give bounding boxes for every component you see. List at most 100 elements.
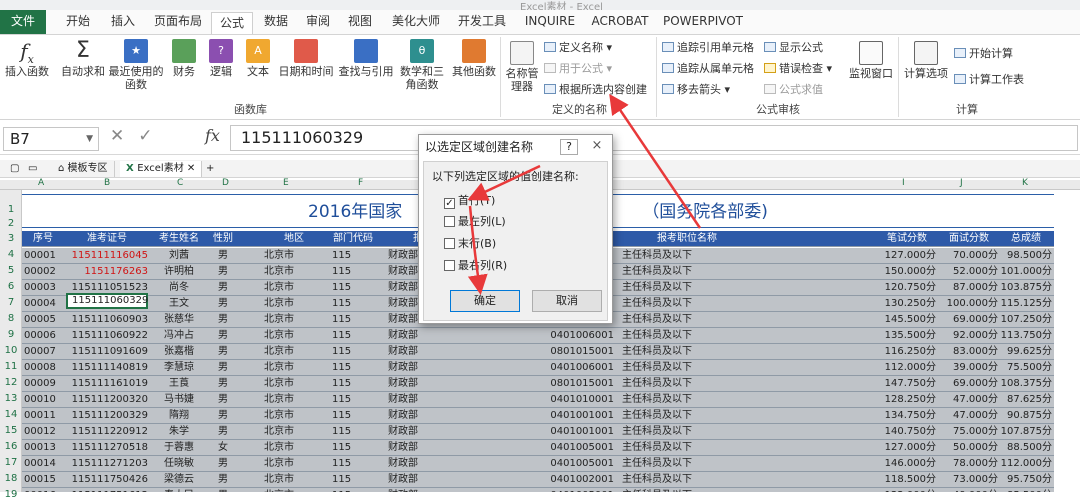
tab-file[interactable]: 文件: [0, 10, 46, 34]
table-cell[interactable]: 男: [210, 376, 236, 392]
table-cell[interactable]: 00015: [24, 472, 62, 488]
table-cell[interactable]: 主任科员及以下: [622, 392, 752, 408]
more-functions-button[interactable]: 其他函数: [450, 39, 498, 78]
table-cell[interactable]: 112.000分: [1000, 456, 1052, 472]
table-cell[interactable]: 男: [210, 280, 236, 296]
insert-function-icon[interactable]: fx: [205, 126, 220, 145]
table-cell[interactable]: 财政部: [388, 344, 458, 360]
table-cell[interactable]: 财政部: [388, 424, 458, 440]
table-cell[interactable]: 115111200320: [66, 392, 148, 408]
insert-function-button[interactable]: fx 插入函数: [2, 39, 52, 78]
table-cell[interactable]: 任晓敏: [152, 456, 206, 472]
evaluate-formula-button[interactable]: 公式求值: [764, 81, 823, 97]
table-cell[interactable]: 95.750分: [1000, 472, 1052, 488]
create-from-selection-button[interactable]: 根据所选内容创建: [544, 81, 647, 97]
table-cell[interactable]: 北京市: [264, 440, 324, 456]
table-cell[interactable]: 朱学: [152, 424, 206, 440]
table-cell[interactable]: 男: [210, 296, 236, 312]
table-cell[interactable]: 北京市: [264, 264, 324, 280]
table-cell[interactable]: 秦大民: [152, 488, 206, 492]
define-name-button[interactable]: 定义名称 ▾: [544, 39, 612, 55]
table-cell[interactable]: 69.000分: [940, 376, 998, 392]
table-cell[interactable]: 北京市: [264, 424, 324, 440]
table-cell[interactable]: 52.000分: [940, 264, 998, 280]
row-header[interactable]: 9: [0, 329, 22, 340]
table-cell[interactable]: 115: [332, 392, 374, 408]
table-cell[interactable]: 刘茜: [152, 248, 206, 264]
table-cell[interactable]: 主任科员及以下: [622, 312, 752, 328]
table-cell[interactable]: 107.875分: [1000, 424, 1052, 440]
table-cell[interactable]: 115111140819: [66, 360, 148, 376]
remove-arrows-button[interactable]: 移去箭头 ▾: [662, 81, 730, 97]
table-cell[interactable]: 王文: [152, 296, 206, 312]
watch-window-button[interactable]: 监视窗口: [846, 41, 896, 80]
selected-cell-b7[interactable]: 115111060329: [66, 293, 148, 309]
table-cell[interactable]: 00007: [24, 344, 62, 360]
table-cell[interactable]: 主任科员及以下: [622, 488, 752, 492]
table-cell[interactable]: 0801015001: [542, 376, 614, 392]
table-cell[interactable]: 北京市: [264, 296, 324, 312]
table-cell[interactable]: 0401005001: [542, 440, 614, 456]
table-cell[interactable]: 主任科员及以下: [622, 328, 752, 344]
table-cell[interactable]: 主任科员及以下: [622, 344, 752, 360]
table-cell[interactable]: 78.000分: [940, 456, 998, 472]
name-box[interactable]: B7 ▼: [3, 127, 99, 151]
table-cell[interactable]: 75.500分: [1000, 360, 1052, 376]
row-header[interactable]: 5: [0, 265, 22, 276]
table-cell[interactable]: 财政部: [388, 456, 458, 472]
table-cell[interactable]: 00002: [24, 264, 62, 280]
table-cell[interactable]: 00014: [24, 456, 62, 472]
row-header[interactable]: 14: [0, 409, 22, 420]
table-cell[interactable]: 男: [210, 264, 236, 280]
table-cell[interactable]: 0801015001: [542, 344, 614, 360]
table-cell[interactable]: 100.000分: [940, 296, 998, 312]
table-cell[interactable]: 财政部: [388, 440, 458, 456]
option-left-column[interactable]: 最左列(L): [444, 213, 506, 229]
table-cell[interactable]: 113.750分: [1000, 328, 1052, 344]
table-cell[interactable]: 103.875分: [1000, 280, 1052, 296]
header-cell[interactable]: 地区: [264, 231, 324, 247]
table-cell[interactable]: 财政部: [388, 376, 458, 392]
table-cell[interactable]: 主任科员及以下: [622, 408, 752, 424]
table-cell[interactable]: 115111060922: [66, 328, 148, 344]
table-cell[interactable]: 0401001001: [542, 408, 614, 424]
row-header[interactable]: 12: [0, 377, 22, 388]
table-cell[interactable]: 115111091609: [66, 344, 148, 360]
ok-button[interactable]: 确定: [450, 290, 520, 312]
row-header[interactable]: 4: [0, 249, 22, 260]
table-cell[interactable]: 90.875分: [1000, 408, 1052, 424]
cancel-button[interactable]: 取消: [532, 290, 602, 312]
table-cell[interactable]: 主任科员及以下: [622, 296, 752, 312]
row-header[interactable]: 3: [0, 233, 22, 244]
column-header[interactable]: A: [38, 178, 44, 188]
table-cell[interactable]: 115: [332, 328, 374, 344]
add-tab-button[interactable]: +: [200, 161, 220, 177]
table-cell[interactable]: 99.625分: [1000, 344, 1052, 360]
table-cell[interactable]: 115111750426: [66, 472, 148, 488]
table-cell[interactable]: 00009: [24, 376, 62, 392]
option-right-column[interactable]: 最右列(R): [444, 257, 507, 273]
table-cell[interactable]: 130.250分: [878, 296, 936, 312]
table-cell[interactable]: 127.000分: [878, 248, 936, 264]
table-cell[interactable]: 男: [210, 360, 236, 376]
logical-button[interactable]: ? 逻辑: [205, 39, 237, 78]
table-cell[interactable]: 女: [210, 440, 236, 456]
tab-view[interactable]: 视图: [342, 10, 378, 34]
lookup-reference-button[interactable]: 查找与引用: [336, 39, 396, 78]
tab-developer[interactable]: 开发工具: [452, 10, 512, 34]
chevron-down-icon[interactable]: ▼: [86, 128, 93, 150]
table-cell[interactable]: 115: [332, 472, 374, 488]
table-cell[interactable]: 112.000分: [878, 360, 936, 376]
checkbox-checked-icon[interactable]: ✓: [444, 198, 455, 209]
table-cell[interactable]: 主任科员及以下: [622, 456, 752, 472]
table-cell[interactable]: 王莨: [152, 376, 206, 392]
tab-data[interactable]: 数据: [258, 10, 294, 34]
table-cell[interactable]: 115111220912: [66, 424, 148, 440]
error-checking-button[interactable]: 错误检查 ▾: [764, 60, 832, 76]
table-cell[interactable]: 39.000分: [940, 360, 998, 376]
date-time-button[interactable]: 日期和时间: [276, 39, 336, 78]
tab-inquire[interactable]: INQUIRE: [520, 10, 580, 34]
text-button[interactable]: A 文本: [242, 39, 274, 78]
option-top-row[interactable]: ✓ 首行(T): [444, 192, 495, 209]
table-cell[interactable]: 财政部: [388, 488, 458, 492]
